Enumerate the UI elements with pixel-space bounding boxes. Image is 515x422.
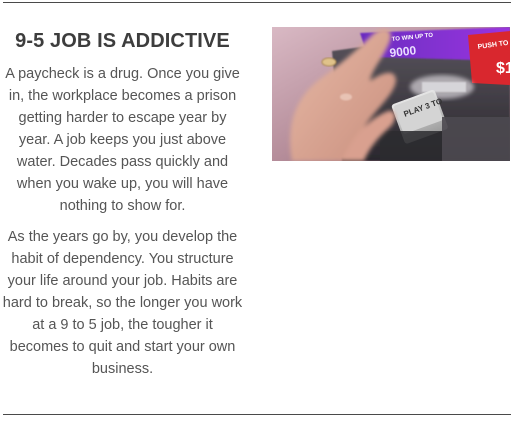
article-text-column: 9-5 JOB IS ADDICTIVE A paycheck is a dru… xyxy=(0,28,245,389)
push-amount: $1 xyxy=(496,60,510,77)
sign-number-text: 9000 xyxy=(389,43,417,60)
top-divider xyxy=(3,2,511,3)
slot-machine-photo: TO WIN UP TO 9000 PUSH TO $1 PLAY 3 TO xyxy=(272,27,510,161)
section-heading: 9-5 JOB IS ADDICTIVE xyxy=(15,30,230,52)
paragraph-1: A paycheck is a drug. Once you give in, … xyxy=(5,66,240,214)
paragraph-2: As the years go by, you develop the habi… xyxy=(2,229,243,377)
bottom-divider xyxy=(3,414,511,415)
